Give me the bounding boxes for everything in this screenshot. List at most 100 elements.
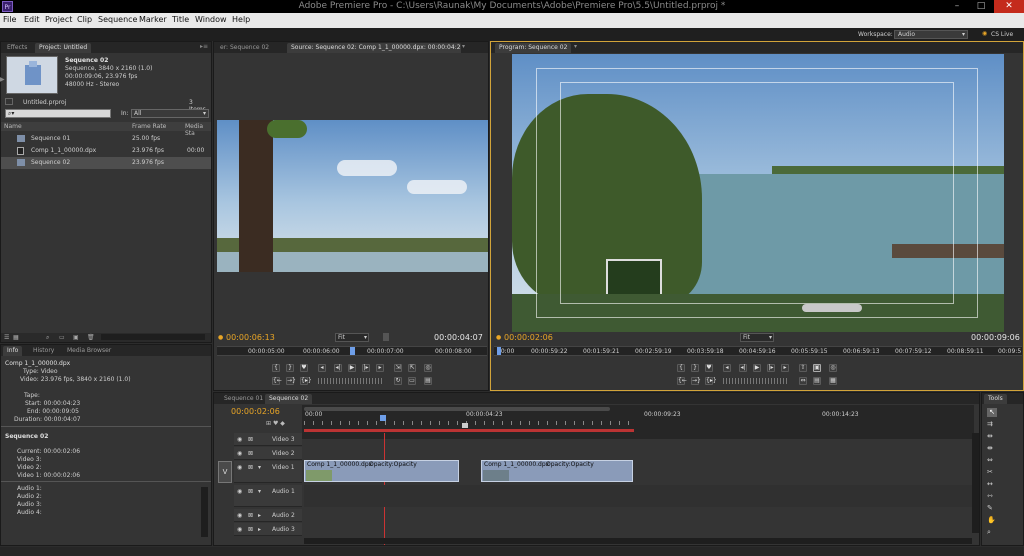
in-marker[interactable] bbox=[462, 423, 468, 428]
horizontal-scrollbar[interactable] bbox=[101, 334, 205, 340]
horizontal-scrollbar[interactable] bbox=[304, 538, 972, 544]
find-icon[interactable]: ⌕ bbox=[46, 334, 49, 342]
eye-icon[interactable]: ◉ bbox=[237, 450, 242, 457]
insert-icon[interactable]: ⇲ bbox=[394, 364, 402, 372]
track-header-audio2[interactable]: ◉ ⊠ ▸ Audio 2 bbox=[234, 509, 302, 522]
menu-project[interactable]: Project bbox=[45, 15, 72, 24]
track-header-audio3[interactable]: ◉ ⊠ ▸ Audio 3 bbox=[234, 523, 302, 536]
delete-icon[interactable]: 🗑 bbox=[87, 334, 95, 341]
minimize-icon[interactable]: – bbox=[946, 0, 968, 13]
lock-icon[interactable]: ⊠ bbox=[248, 512, 253, 519]
list-view-icon[interactable]: ☰ bbox=[4, 334, 9, 341]
selection-tool-icon[interactable]: ↖ bbox=[987, 408, 997, 417]
rolling-edit-icon[interactable]: ⇼ bbox=[987, 444, 993, 452]
new-bin-icon[interactable]: ▭ bbox=[59, 334, 65, 341]
playhead-icon[interactable] bbox=[350, 347, 355, 355]
eye-icon[interactable]: ◉ bbox=[237, 436, 242, 443]
audio1-track-lane[interactable] bbox=[304, 485, 974, 507]
tab-program-partial[interactable]: er: Sequence 02 bbox=[216, 43, 273, 53]
trim-icon[interactable]: ⇔ bbox=[799, 377, 807, 385]
workspace-dropdown[interactable]: Audio ▾ bbox=[894, 30, 968, 39]
tab-sequence-01[interactable]: Sequence 01 bbox=[220, 394, 267, 404]
lift-icon[interactable]: ⇧ bbox=[799, 364, 807, 372]
program-timecode[interactable]: 00:00:02:06 bbox=[504, 333, 553, 342]
chevron-down-icon[interactable]: ▾ bbox=[462, 43, 465, 50]
lock-icon[interactable]: ⊠ bbox=[248, 450, 253, 457]
tab-info[interactable]: Info bbox=[3, 346, 23, 356]
source-timecode[interactable]: 00:00:06:13 bbox=[226, 333, 275, 342]
search-input[interactable]: ⌕▾ bbox=[5, 109, 111, 118]
cs-live-button[interactable]: CS Live bbox=[991, 31, 1013, 38]
export-frame-icon[interactable]: ◎ bbox=[829, 364, 837, 372]
lock-icon[interactable]: ⊠ bbox=[248, 526, 253, 533]
marker-icon[interactable]: ♥ bbox=[273, 420, 278, 427]
step-forward-icon[interactable]: ▸ bbox=[781, 364, 789, 372]
list-item[interactable]: Comp 1_1_00000.dpx 23.976 fps 00:00 bbox=[1, 145, 211, 157]
playhead-icon[interactable] bbox=[497, 347, 501, 355]
timeline-clip[interactable]: Comp 1_1_00000.dpx Opacity:Opacity bbox=[481, 460, 633, 482]
marker-icon[interactable]: ♥ bbox=[705, 364, 713, 372]
in-dropdown[interactable]: All ▾ bbox=[131, 109, 209, 118]
timeline-timecode[interactable]: 00:00:02:06 bbox=[231, 407, 280, 416]
timeline-ruler[interactable]: 00:00 00:00:04:23 00:00:09:23 00:00:14:2… bbox=[302, 405, 974, 439]
track-header-video3[interactable]: ◉ ⊠ Video 3 bbox=[234, 433, 302, 446]
play-in-out-icon[interactable]: {▸} bbox=[300, 377, 312, 385]
step-back-icon[interactable]: ◂ bbox=[318, 364, 326, 372]
ripple-edit-icon[interactable]: ⇹ bbox=[987, 432, 993, 440]
program-fit-dropdown[interactable]: Fit ▾ bbox=[740, 333, 774, 342]
tab-history[interactable]: History bbox=[29, 346, 58, 356]
vertical-scrollbar[interactable] bbox=[972, 433, 979, 533]
mark-out-icon[interactable]: } bbox=[691, 364, 699, 372]
maximize-icon[interactable]: □ bbox=[970, 0, 992, 13]
slide-icon[interactable]: ⇿ bbox=[987, 492, 993, 500]
settings-icon[interactable] bbox=[383, 333, 389, 341]
next-frame-icon[interactable]: |▸ bbox=[767, 364, 775, 372]
loop-icon[interactable]: ↻ bbox=[394, 377, 402, 385]
mark-in-icon[interactable]: { bbox=[272, 364, 280, 372]
lock-icon[interactable]: ⊠ bbox=[248, 488, 253, 495]
close-icon[interactable]: ✕ bbox=[994, 0, 1024, 13]
go-to-in-icon[interactable]: {← bbox=[272, 377, 282, 385]
source-time-ruler[interactable]: 00:00:05:00 00:00:06:00 00:00:07:00 00:0… bbox=[217, 346, 487, 356]
safe-margins-icon[interactable]: ▭ bbox=[408, 377, 416, 385]
tab-sequence-02[interactable]: Sequence 02 bbox=[265, 394, 313, 404]
snap-icon[interactable]: ⊞ bbox=[266, 420, 271, 427]
list-item[interactable]: Sequence 01 25.00 fps bbox=[1, 133, 211, 145]
tab-project[interactable]: Project: Untitled bbox=[35, 43, 92, 53]
mark-in-icon[interactable]: { bbox=[677, 364, 685, 372]
play-icon[interactable]: ▶ bbox=[348, 364, 356, 372]
menu-file[interactable]: File bbox=[3, 15, 16, 24]
overwrite-icon[interactable]: ⇱ bbox=[408, 364, 416, 372]
keyframe-icon[interactable]: ◆ bbox=[280, 420, 285, 427]
export-frame-icon[interactable]: ◎ bbox=[424, 364, 432, 372]
prev-frame-icon[interactable]: ◂| bbox=[739, 364, 747, 372]
jog-shuttle[interactable] bbox=[723, 378, 789, 384]
menu-sequence[interactable]: Sequence bbox=[98, 15, 137, 24]
pen-icon[interactable]: ✎ bbox=[987, 504, 993, 512]
eye-icon[interactable]: ◉ bbox=[237, 464, 242, 471]
track-select-icon[interactable]: ⇉ bbox=[987, 420, 993, 428]
vertical-scrollbar[interactable] bbox=[201, 487, 208, 537]
expand-icon[interactable]: ▾ bbox=[258, 488, 261, 495]
output-icon[interactable]: ▤ bbox=[813, 377, 821, 385]
tab-effects[interactable]: Effects bbox=[3, 43, 31, 53]
col-name[interactable]: Name bbox=[4, 123, 22, 130]
expand-icon[interactable]: ▸ bbox=[258, 526, 261, 533]
source-fit-dropdown[interactable]: Fit ▾ bbox=[335, 333, 369, 342]
go-to-out-icon[interactable]: →} bbox=[286, 377, 296, 385]
timeline-clip[interactable]: Comp 1_1_00000.dpx Opacity:Opacity bbox=[304, 460, 459, 482]
tab-program[interactable]: Program: Sequence 02 bbox=[495, 43, 572, 53]
expand-icon[interactable]: ▾ bbox=[258, 464, 261, 471]
zoom-scrollbar[interactable] bbox=[304, 407, 610, 411]
speaker-icon[interactable]: ◉ bbox=[237, 488, 242, 495]
output-icon[interactable]: ▤ bbox=[424, 377, 432, 385]
speaker-icon[interactable]: ◉ bbox=[237, 526, 242, 533]
chevron-down-icon[interactable]: ▾ bbox=[574, 43, 577, 50]
speaker-icon[interactable]: ◉ bbox=[237, 512, 242, 519]
track-header-video1[interactable]: ◉ ⊠ ▾ Video 1 bbox=[234, 461, 302, 483]
play-thumbnail-icon[interactable]: ▶ bbox=[0, 76, 5, 83]
marker-icon[interactable]: ♥ bbox=[300, 364, 308, 372]
zoom-icon[interactable]: ⌕ bbox=[987, 528, 991, 537]
safe-margins-icon[interactable]: ▣ bbox=[813, 364, 821, 372]
menu-title[interactable]: Title bbox=[172, 15, 189, 24]
